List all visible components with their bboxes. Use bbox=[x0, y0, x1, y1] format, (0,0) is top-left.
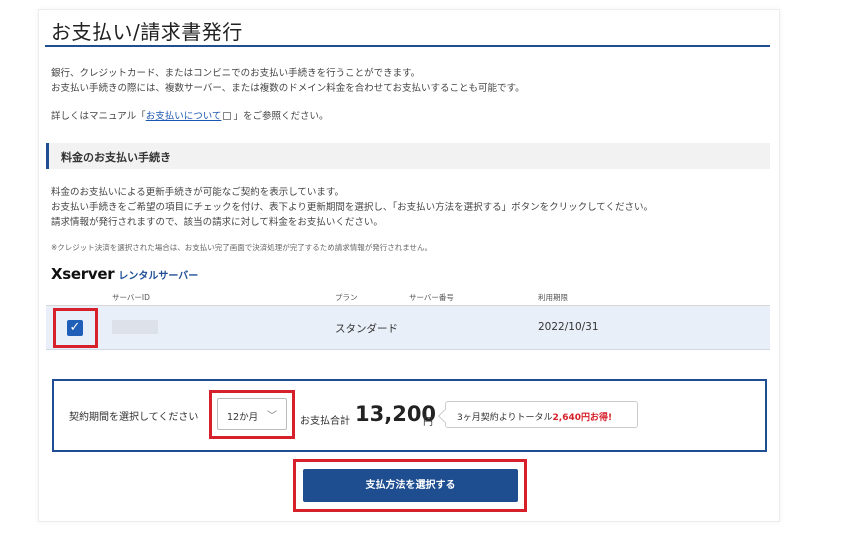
intro-line-3: 詳しくはマニュアル「お支払いについて 」をご参照ください。 bbox=[51, 111, 328, 122]
section-desc-2: お支払い手続きをご希望の項目にチェックを付け、表下より更新期間を選択し、「お支払… bbox=[51, 202, 654, 213]
row-expiry: 2022/10/31 bbox=[538, 321, 599, 333]
col-header-server-no: サーバー番号 bbox=[409, 293, 454, 302]
period-label: 契約期間を選択してください bbox=[69, 412, 199, 423]
manual-prefix: 詳しくはマニュアル「 bbox=[51, 111, 146, 122]
col-header-server-id: サーバーID bbox=[112, 293, 150, 302]
total-unit: 円 bbox=[423, 417, 433, 428]
row-plan: スタンダード bbox=[335, 323, 398, 335]
server-id-masked bbox=[112, 320, 158, 334]
xserver-brand-sub: レンタルサーバー bbox=[118, 271, 199, 282]
intro-line-1: 銀行、クレジットカード、またはコンビニでのお支払い手続きを行うことができます。 bbox=[51, 68, 421, 79]
promo-highlight: 2,640円お得! bbox=[552, 413, 613, 423]
intro-line-2: お支払い手続きの際には、複数サーバー、または複数のドメイン料金を合わせてお支払い… bbox=[51, 83, 525, 94]
promo-text: 3ヶ月契約よりトータル bbox=[457, 413, 553, 423]
highlight-box-pay-button bbox=[293, 459, 527, 512]
xserver-logo: Xserver bbox=[51, 265, 115, 283]
manual-link[interactable]: お支払いについて bbox=[146, 111, 222, 122]
highlight-box-checkbox bbox=[53, 308, 98, 348]
page-title: お支払い/請求書発行 bbox=[51, 20, 243, 44]
title-divider bbox=[45, 45, 770, 47]
external-link-icon bbox=[223, 112, 232, 120]
col-header-expiry: 利用期限 bbox=[538, 293, 568, 302]
section-desc-1: 料金のお支払いによる更新手続きが可能なご契約を表示しています。 bbox=[51, 187, 344, 198]
section-heading: 料金のお支払い手続き bbox=[46, 143, 770, 169]
col-header-plan: プラン bbox=[335, 293, 358, 302]
xserver-brand: Xserver レンタルサーバー bbox=[51, 264, 198, 283]
total-label: お支払合計 bbox=[300, 416, 350, 427]
credit-note: ※クレジット決済を選択された場合は、お支払い完了画面で決済処理が完了するため請求… bbox=[51, 243, 433, 252]
manual-suffix: 」をご参照ください。 bbox=[233, 111, 329, 122]
promo-bubble: 3ヶ月契約よりトータル2,640円お得! bbox=[445, 401, 638, 428]
section-desc-3: 請求情報が発行されますので、該当の請求に対して料金をお支払いください。 bbox=[51, 217, 383, 228]
highlight-box-select bbox=[209, 390, 295, 439]
section-heading-text: 料金のお支払い手続き bbox=[61, 151, 171, 164]
